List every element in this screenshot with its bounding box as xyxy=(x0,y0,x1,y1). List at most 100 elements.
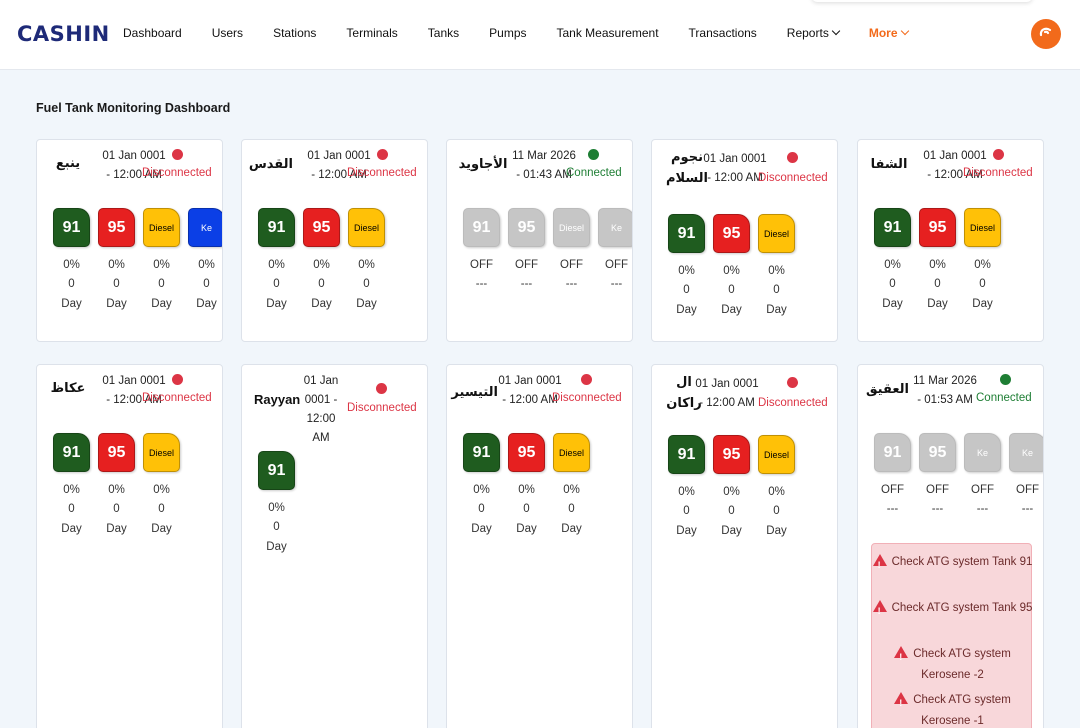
tank-item[interactable]: 91 0% 0 Day xyxy=(254,451,299,557)
tank-item[interactable]: Diesel 0% 0 Day xyxy=(960,208,1005,314)
nav-transactions[interactable]: Transactions xyxy=(689,26,757,40)
connection-status: Disconnected xyxy=(142,392,212,404)
station-card[interactable]: القدس 01 Jan 0001 - 12:00 AM Disconnected 9… xyxy=(241,139,428,342)
nav-stations[interactable]: Stations xyxy=(273,26,316,40)
nav-dashboard[interactable]: Dashboard xyxy=(123,26,182,40)
tank-item[interactable]: 91 0% 0 Day xyxy=(254,208,299,314)
tank-fill-percent: 0% xyxy=(153,484,170,496)
tank-fill-percent: 0% xyxy=(108,484,125,496)
tank-unit: Day xyxy=(61,297,82,310)
tank-unit: Day xyxy=(106,522,127,535)
tank-item[interactable]: 95 0% 0 Day xyxy=(709,214,754,320)
station-card[interactable]: نجوم السلام 01 Jan 0001 - 12:00 AM Disconn… xyxy=(651,139,838,342)
nav-terminals[interactable]: Terminals xyxy=(346,26,397,40)
nav-reports[interactable]: Reports xyxy=(786,26,841,40)
station-card[interactable]: الشفا 01 Jan 0001 - 12:00 AM Disconnected 9… xyxy=(857,139,1044,342)
tank-fill-percent: OFF xyxy=(971,484,994,496)
nav-label: Pumps xyxy=(489,26,527,40)
fuel-tank-icon: 91 xyxy=(258,208,295,247)
nav-label: Users xyxy=(211,26,244,40)
tank-item[interactable]: Diesel 0% 0 Day xyxy=(754,214,799,320)
tank-item[interactable]: 91 OFF --- xyxy=(870,433,915,520)
tank-item[interactable]: 91 OFF --- xyxy=(459,208,504,295)
fuel-tank-icon: 91 xyxy=(874,433,911,472)
tank-item[interactable]: 95 0% 0 Day xyxy=(709,435,754,541)
fuel-tank-icon: 91 xyxy=(258,451,295,490)
tank-item[interactable]: Ke 0% 0 Day xyxy=(184,208,222,314)
fuel-tank-icon: Diesel xyxy=(143,208,180,247)
tank-item[interactable]: 95 0% 0 Day xyxy=(299,208,344,314)
tank-item[interactable]: 91 0% 0 Day xyxy=(870,208,915,314)
tank-fill-percent: 0% xyxy=(108,259,125,271)
tank-item[interactable]: Ke OFF --- xyxy=(594,208,632,295)
nav-tank-measurement[interactable]: Tank Measurement xyxy=(557,26,659,40)
fuel-tank-icon: Diesel xyxy=(758,435,795,474)
tank-fill-percent: 0% xyxy=(723,265,740,277)
station-name: الشفا xyxy=(870,156,908,171)
tank-value: 0 xyxy=(478,503,485,516)
tank-list: 91 0% 0 Day 95 0% 0 Day Diesel 0% 0 Day xyxy=(870,208,1005,314)
tank-unit: Day xyxy=(516,522,537,535)
tank-item[interactable]: 91 0% 0 Day xyxy=(49,433,94,539)
top-navbar: CASHIN Dashboard Users Stations Terminal… xyxy=(0,0,1080,70)
tank-item[interactable]: 91 0% 0 Day xyxy=(664,214,709,320)
alert-box: Check ATG system Tank 91 Check ATG system… xyxy=(871,543,1032,728)
tank-value: --- xyxy=(886,503,899,516)
station-card[interactable]: العقيق 11 Mar 2026 - 01:53 AM Connected 91 O… xyxy=(857,364,1044,728)
tank-fill-percent: OFF xyxy=(560,259,583,271)
tank-item[interactable]: Ke OFF --- xyxy=(960,433,1005,520)
station-card[interactable]: التيسير 01 Jan 0001 - 12:00 AM Disconnecte… xyxy=(446,364,633,728)
tank-value: 0 xyxy=(68,503,75,516)
nav-label: Reports xyxy=(786,26,829,40)
tank-item[interactable]: 95 0% 0 Day xyxy=(504,433,549,539)
status-dot-disconnected-icon xyxy=(172,149,183,160)
station-name: الأجاويد xyxy=(458,156,508,171)
tank-item[interactable]: 95 0% 0 Day xyxy=(94,208,139,314)
nav-tanks[interactable]: Tanks xyxy=(428,26,459,40)
chevron-down-icon xyxy=(831,26,841,36)
tank-item[interactable]: 95 OFF --- xyxy=(504,208,549,295)
nav-users[interactable]: Users xyxy=(212,26,243,40)
cashin-logo[interactable]: CASHIN xyxy=(17,22,110,46)
page-title: Fuel Tank Monitoring Dashboard xyxy=(36,101,231,115)
tank-item[interactable]: Diesel 0% 0 Day xyxy=(139,208,184,314)
status-dot-disconnected-icon xyxy=(376,383,387,394)
tank-item[interactable]: Diesel 0% 0 Day xyxy=(754,435,799,541)
tank-value: 0 xyxy=(68,278,75,291)
station-name: القدس xyxy=(248,156,293,171)
tank-unit: Day xyxy=(561,522,582,535)
station-name: Rayyan xyxy=(254,392,301,407)
tank-item[interactable]: Ke OFF --- xyxy=(1005,433,1043,520)
tank-item[interactable]: 91 0% 0 Day xyxy=(49,208,94,314)
cashin-c-icon xyxy=(1039,27,1052,37)
tank-fill-percent: 0% xyxy=(929,259,946,271)
tank-item[interactable]: 95 OFF --- xyxy=(915,433,960,520)
station-card[interactable]: Rayyan 01 Jan 0001 - 12:00 AM Disconnected… xyxy=(241,364,428,728)
tank-list: 91 0% 0 Day xyxy=(254,451,299,557)
nav-more[interactable]: More xyxy=(869,26,909,40)
tank-item[interactable]: Diesel OFF --- xyxy=(549,208,594,295)
tank-item[interactable]: 91 0% 0 Day xyxy=(459,433,504,539)
user-avatar[interactable] xyxy=(1031,19,1061,49)
tank-fill-percent: OFF xyxy=(470,259,493,271)
tank-item[interactable]: 95 0% 0 Day xyxy=(94,433,139,539)
station-card[interactable]: عكاظ 01 Jan 0001 - 12:00 AM Disconnected 91… xyxy=(36,364,223,728)
tank-fill-percent: OFF xyxy=(605,259,628,271)
tank-item[interactable]: 91 0% 0 Day xyxy=(664,435,709,541)
tank-item[interactable]: 95 0% 0 Day xyxy=(915,208,960,314)
tank-value: --- xyxy=(976,503,989,516)
tank-item[interactable]: Diesel 0% 0 Day xyxy=(549,433,594,539)
alert-text: Check ATG system Tank 91 xyxy=(891,556,1033,568)
tank-item[interactable]: Diesel 0% 0 Day xyxy=(139,433,184,539)
status-dot-disconnected-icon xyxy=(377,149,388,160)
tank-item[interactable]: Diesel 0% 0 Day xyxy=(344,208,389,314)
tank-fill-percent: 0% xyxy=(198,259,215,271)
nav-pumps[interactable]: Pumps xyxy=(489,26,526,40)
connection-status: Disconnected xyxy=(142,167,212,179)
tank-fill-percent: OFF xyxy=(926,484,949,496)
station-card[interactable]: ال راكان 01 Jan 0001 - 12:00 AM Disconnect… xyxy=(651,364,838,728)
station-card[interactable]: الأجاويد 11 Mar 2026 - 01:43 AM Connected 9… xyxy=(446,139,633,342)
tank-value: 0 xyxy=(363,278,370,291)
station-card[interactable]: ينبع 01 Jan 0001 - 12:00 AM Disconnected 91… xyxy=(36,139,223,342)
tank-fill-percent: 0% xyxy=(678,486,695,498)
